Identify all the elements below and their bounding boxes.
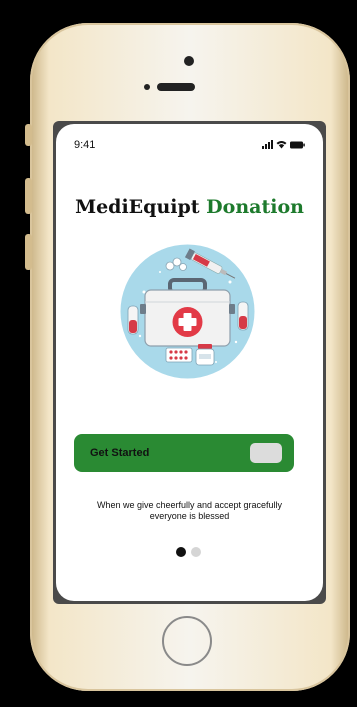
app-screen: 9:41 MediEquipt Donation Get Started Whe… bbox=[56, 124, 323, 601]
status-time: 9:41 bbox=[74, 139, 96, 151]
home-button[interactable] bbox=[162, 616, 212, 666]
tagline-line2: everyone is blessed bbox=[149, 511, 230, 521]
mute-switch bbox=[25, 124, 32, 146]
get-started-button[interactable]: Get Started bbox=[74, 434, 294, 472]
page-indicator bbox=[176, 547, 201, 557]
arrow-button-icon[interactable] bbox=[250, 443, 282, 463]
get-started-label: Get Started bbox=[90, 447, 150, 459]
tagline: When we give cheerfully and accept grace… bbox=[66, 500, 313, 522]
tagline-line1: When we give cheerfully and accept grace… bbox=[96, 500, 283, 510]
page-dot-1[interactable] bbox=[176, 547, 186, 557]
front-camera bbox=[184, 56, 194, 66]
volume-up-button bbox=[25, 178, 32, 214]
medical-kit-illustration bbox=[120, 244, 255, 379]
app-title-part1: MediEquipt bbox=[75, 196, 200, 218]
sensor-dot bbox=[144, 84, 150, 90]
page-dot-2[interactable] bbox=[191, 547, 201, 557]
signal-icon bbox=[262, 140, 273, 149]
status-icons bbox=[262, 139, 305, 149]
app-title-part2: Donation bbox=[206, 196, 304, 218]
volume-down-button bbox=[25, 234, 32, 270]
battery-icon bbox=[290, 141, 305, 149]
wifi-icon bbox=[276, 141, 287, 149]
app-title: MediEquipt Donation bbox=[56, 196, 323, 218]
earpiece-speaker bbox=[157, 83, 195, 91]
